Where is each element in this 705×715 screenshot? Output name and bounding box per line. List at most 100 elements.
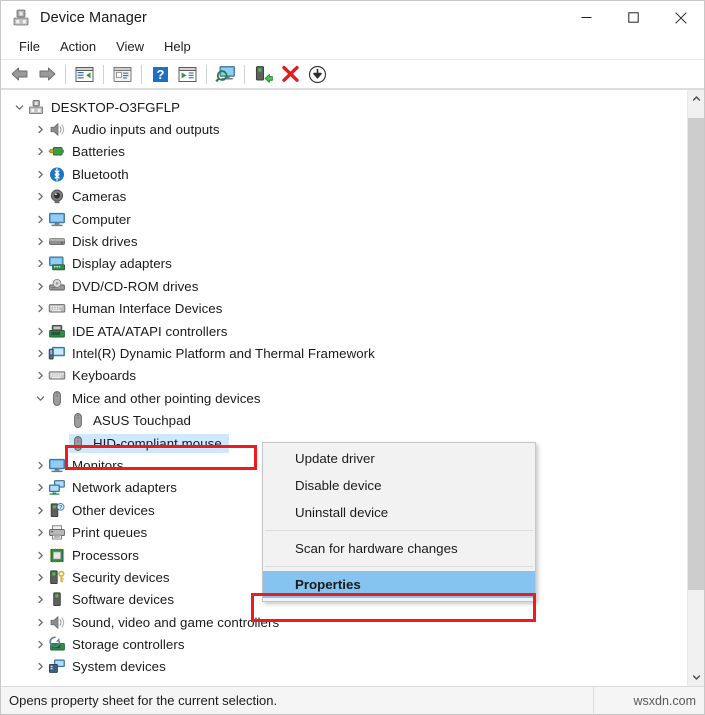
chevron-right-icon[interactable] [32, 122, 48, 138]
menu-help[interactable]: Help [154, 36, 201, 57]
scrollbar-up-button[interactable] [688, 90, 704, 107]
tree-item-audio-inputs-and-outputs[interactable]: Audio inputs and outputs [1, 118, 687, 140]
tree-item-label: Monitors [72, 457, 124, 473]
chevron-right-icon[interactable] [32, 637, 48, 653]
chevron-right-icon[interactable] [32, 547, 48, 563]
tree-item-cameras[interactable]: Cameras [1, 186, 687, 208]
chevron-right-icon[interactable] [32, 166, 48, 182]
selection-highlight: HID-compliant mouse [69, 433, 229, 453]
disable-device-icon[interactable] [304, 62, 331, 87]
tree-item-label: Intel(R) Dynamic Platform and Thermal Fr… [72, 345, 375, 361]
tree-item-label: Processors [72, 547, 140, 563]
scan-for-hardware-changes-icon[interactable] [212, 62, 239, 87]
device-manager-icon [11, 8, 31, 28]
close-button[interactable] [657, 1, 704, 34]
svg-text:?: ? [59, 505, 62, 511]
battery-icon [48, 143, 66, 160]
tree-item-ide-ata-atapi-controllers[interactable]: IDE ATA/ATAPI controllers [1, 320, 687, 342]
network-adapter-icon [48, 479, 66, 496]
show-hide-console-tree-icon[interactable] [71, 62, 98, 87]
status-bar: Opens property sheet for the current sel… [1, 686, 704, 715]
context-menu-item-update-driver[interactable]: Update driver [263, 445, 535, 472]
chevron-right-icon[interactable] [32, 480, 48, 496]
tree-item-mice-and-other-pointing-devices[interactable]: Mice and other pointing devices [1, 387, 687, 409]
title-bar: Device Manager [1, 1, 704, 34]
chevron-right-icon[interactable] [32, 569, 48, 585]
bluetooth-icon [48, 166, 66, 183]
camera-icon [48, 188, 66, 205]
context-menu-item-properties[interactable]: Properties [263, 571, 535, 598]
tree-item-intel-dynamic-platform-and-thermal-framework[interactable]: Intel(R) Dynamic Platform and Thermal Fr… [1, 342, 687, 364]
tree-item-dvd-cd-rom-drives[interactable]: DVD/CD-ROM drives [1, 275, 687, 297]
context-menu-separator [265, 530, 533, 531]
chevron-right-icon[interactable] [32, 368, 48, 384]
uninstall-device-icon[interactable] [277, 62, 304, 87]
chevron-right-icon[interactable] [32, 592, 48, 608]
chevron-right-icon[interactable] [32, 189, 48, 205]
chevron-right-icon[interactable] [32, 525, 48, 541]
chevron-right-icon[interactable] [32, 502, 48, 518]
chevron-right-icon[interactable] [32, 659, 48, 675]
context-menu-item-scan-for-hardware-changes[interactable]: Scan for hardware changes [263, 535, 535, 562]
chevron-right-icon[interactable] [32, 345, 48, 361]
menu-file[interactable]: File [9, 36, 50, 57]
svg-text:?: ? [157, 67, 165, 82]
mouse-icon [69, 435, 87, 452]
tree-item-computer[interactable]: Computer [1, 208, 687, 230]
tree-item-label: Human Interface Devices [72, 301, 223, 317]
tree-root-desktop[interactable]: DESKTOP-O3FGFLP [1, 96, 687, 118]
forward-icon[interactable] [33, 62, 60, 87]
scrollbar-down-button[interactable] [688, 669, 704, 686]
tree-item-label: Cameras [72, 189, 127, 205]
chevron-right-icon[interactable] [32, 144, 48, 160]
context-menu[interactable]: Update driver Disable device Uninstall d… [262, 442, 536, 602]
context-menu-separator [265, 566, 533, 567]
help-icon[interactable]: ? [147, 62, 174, 87]
tree-item-label: DVD/CD-ROM drives [72, 278, 199, 294]
chevron-right-icon[interactable] [32, 301, 48, 317]
scrollbar-track[interactable] [688, 107, 704, 669]
tree-item-bluetooth[interactable]: Bluetooth [1, 163, 687, 185]
vertical-scrollbar[interactable] [687, 90, 704, 686]
chevron-right-icon[interactable] [32, 211, 48, 227]
tree-item-sound-video-and-game-controllers[interactable]: Sound, video and game controllers [1, 611, 687, 633]
tree-item-human-interface-devices[interactable]: Human Interface Devices [1, 298, 687, 320]
device-manager-window: Device Manager File Action View Help ? D… [0, 0, 705, 715]
context-menu-item-uninstall-device[interactable]: Uninstall device [263, 499, 535, 526]
tree-item-system-devices[interactable]: System devices [1, 656, 687, 678]
tree-item-label: Storage controllers [72, 637, 185, 653]
properties-icon[interactable] [109, 62, 136, 87]
chevron-right-icon[interactable] [32, 457, 48, 473]
caption-button-group [563, 1, 704, 34]
tree-item-display-adapters[interactable]: Display adapters [1, 253, 687, 275]
tree-item-batteries[interactable]: Batteries [1, 141, 687, 163]
enable-device-icon[interactable] [250, 62, 277, 87]
ide-controller-icon [48, 323, 66, 340]
chevron-right-icon[interactable] [32, 278, 48, 294]
maximize-button[interactable] [610, 1, 657, 34]
chevron-right-icon[interactable] [32, 614, 48, 630]
tree-item-label: Bluetooth [72, 166, 129, 182]
update-driver-icon[interactable] [174, 62, 201, 87]
minimize-button[interactable] [563, 1, 610, 34]
tree-item-label: Audio inputs and outputs [72, 122, 220, 138]
chevron-down-icon[interactable] [11, 99, 27, 115]
chevron-right-icon[interactable] [32, 234, 48, 250]
chevron-down-icon[interactable] [32, 390, 48, 406]
back-icon[interactable] [6, 62, 33, 87]
tree-item-label: Network adapters [72, 480, 178, 496]
scrollbar-thumb[interactable] [688, 118, 704, 591]
printer-icon [48, 524, 66, 541]
menu-action[interactable]: Action [50, 36, 106, 57]
context-menu-item-disable-device[interactable]: Disable device [263, 472, 535, 499]
tree-item-storage-controllers[interactable]: Storage controllers [1, 633, 687, 655]
menu-view[interactable]: View [106, 36, 154, 57]
tree-item-asus-touchpad[interactable]: ASUS Touchpad [1, 409, 687, 431]
toolbar-separator [141, 64, 142, 84]
tree-item-disk-drives[interactable]: Disk drives [1, 230, 687, 252]
chevron-right-icon[interactable] [32, 256, 48, 272]
tree-item-keyboards[interactable]: Keyboards [1, 365, 687, 387]
tree-item-label: Security devices [72, 569, 170, 585]
chevron-right-icon[interactable] [32, 323, 48, 339]
status-bar-text: Opens property sheet for the current sel… [9, 693, 278, 708]
